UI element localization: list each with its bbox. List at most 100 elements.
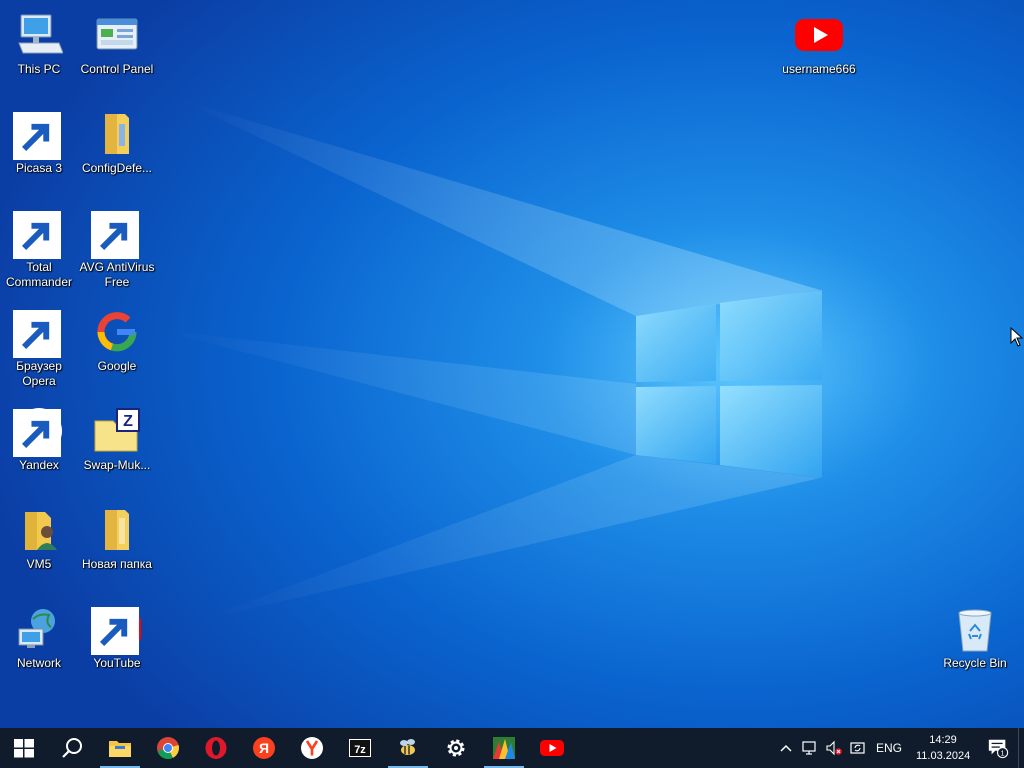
opera-icon — [13, 308, 63, 358]
taskbar-7zip[interactable]: 7z — [336, 728, 384, 768]
clock-date: 11.03.2024 — [916, 750, 971, 762]
desktop-icon-avg[interactable]: AVG AntiVirus Free — [78, 203, 156, 295]
start-button[interactable] — [0, 728, 48, 768]
shortcut-arrow-icon — [91, 607, 139, 655]
yandex-icon — [301, 737, 323, 759]
search-button[interactable] — [48, 728, 96, 768]
bee-icon — [400, 739, 415, 755]
icon-label: username666 — [782, 62, 856, 76]
chrome-icon — [157, 737, 179, 759]
control-panel-icon — [93, 11, 141, 59]
desktop-icon-recycle-bin[interactable]: Recycle Bin — [936, 599, 1014, 691]
taskbar-opera[interactable] — [192, 728, 240, 768]
volume-muted-icon — [826, 740, 842, 756]
icon-label: Новая папка — [82, 557, 152, 571]
taskbar-yandex-browser[interactable]: Я — [240, 728, 288, 768]
svg-text:7z: 7z — [354, 744, 366, 756]
icon-label: Total Commander — [5, 260, 73, 289]
desktop-icon-configdefe[interactable]: ConfigDefe... — [78, 104, 156, 196]
taskbar-avg[interactable] — [480, 728, 528, 768]
icon-label: Network — [16, 656, 61, 670]
svg-text:Z: Z — [123, 413, 133, 430]
shortcut-arrow-icon — [91, 211, 139, 259]
yandex-icon — [13, 407, 63, 457]
desktop-icon-swap-muk[interactable]: Z Swap-Muk... — [78, 401, 156, 493]
user-folder-icon — [15, 506, 63, 554]
windows-logo-icon — [14, 739, 34, 758]
desktop-icon-new-folder[interactable]: Новая папка — [78, 500, 156, 592]
gear-icon — [447, 739, 465, 757]
system-tray: ENG 14:29 11.03.2024 1 — [774, 728, 1024, 768]
language-indicator[interactable]: ENG — [870, 741, 908, 755]
desktop-icon-youtube[interactable]: YouTube — [78, 599, 156, 691]
youtube-icon — [91, 605, 141, 655]
tray-network-button[interactable] — [798, 728, 822, 768]
desktop-icon-opera[interactable]: Браузер Opera — [0, 302, 78, 394]
desktop-icon-picasa[interactable]: Picasa 3 — [0, 104, 78, 196]
svg-text:Я: Я — [259, 740, 269, 756]
tray-app-button[interactable] — [846, 728, 870, 768]
desktop-icon-network[interactable]: Network — [0, 599, 78, 691]
folder-icon — [93, 506, 141, 554]
desktop-icon-username666[interactable]: username666 — [780, 5, 858, 97]
shortcut-arrow-icon — [13, 112, 61, 160]
taskbar-app-bee[interactable] — [384, 728, 432, 768]
search-icon — [62, 738, 82, 758]
clock-time: 14:29 — [929, 734, 957, 746]
youtube-icon — [540, 740, 564, 756]
icon-label: Yandex — [19, 458, 59, 472]
desktop-icon-yandex[interactable]: Yandex — [0, 401, 78, 493]
network-wired-icon — [802, 741, 816, 755]
picasa-icon — [13, 110, 63, 160]
folder-icon — [93, 110, 141, 158]
icon-label: Google — [97, 359, 137, 373]
taskbar-yandex[interactable] — [288, 728, 336, 768]
icon-label: AVG AntiVirus Free — [79, 260, 155, 289]
taskbar-settings[interactable] — [432, 728, 480, 768]
icon-label: Swap-Muk... — [83, 458, 151, 472]
icon-label: ConfigDefe... — [81, 161, 153, 175]
computer-icon — [15, 11, 63, 59]
notification-count: 1 — [1001, 748, 1005, 757]
action-center-button[interactable]: 1 — [978, 728, 1018, 768]
tray-overflow-button[interactable] — [774, 728, 798, 768]
google-icon — [93, 308, 141, 356]
recycle-bin-icon — [951, 605, 999, 653]
desktop-icon-control-panel[interactable]: Control Panel — [78, 5, 156, 97]
7z-icon: 7z — [349, 739, 371, 757]
icon-label: VM5 — [26, 557, 52, 571]
taskbar-file-explorer[interactable] — [96, 728, 144, 768]
icon-label: Control Panel — [80, 62, 154, 76]
zip-folder-icon: Z — [93, 407, 141, 455]
avg-icon — [91, 209, 141, 259]
icon-label: Picasa 3 — [15, 161, 63, 175]
avg-icon — [493, 737, 515, 759]
shortcut-arrow-icon — [13, 211, 61, 259]
taskbar-youtube[interactable] — [528, 728, 576, 768]
tray-volume-button[interactable] — [822, 728, 846, 768]
desktop-icon-vm5[interactable]: VM5 — [0, 500, 78, 592]
opera-icon — [205, 737, 227, 759]
shortcut-arrow-icon — [13, 310, 61, 358]
taskbar: Я 7z ENG 14:29 11.03.2024 1 — [0, 728, 1024, 768]
icon-label: Recycle Bin — [943, 656, 1007, 670]
icon-label: This PC — [17, 62, 61, 76]
floppy-icon — [13, 209, 63, 259]
folder-icon — [109, 741, 131, 757]
shortcut-arrow-icon — [13, 409, 61, 457]
youtube-icon — [795, 11, 843, 59]
icon-label: YouTube — [93, 656, 141, 670]
desktop-icon-total-commander[interactable]: Total Commander — [0, 203, 78, 295]
mouse-cursor-icon — [1010, 327, 1024, 347]
yandex-icon: Я — [253, 737, 275, 759]
network-icon — [15, 605, 63, 653]
desktop-icon-google[interactable]: Google — [78, 302, 156, 394]
notification-icon: 1 — [988, 739, 1009, 759]
clock[interactable]: 14:29 11.03.2024 — [908, 732, 978, 764]
icon-label: Браузер Opera — [16, 359, 62, 388]
desktop-icon-this-pc[interactable]: This PC — [0, 5, 78, 97]
chevron-up-icon — [780, 744, 792, 752]
show-desktop-button[interactable] — [1018, 728, 1024, 768]
display-sync-icon — [850, 742, 865, 754]
taskbar-chrome[interactable] — [144, 728, 192, 768]
